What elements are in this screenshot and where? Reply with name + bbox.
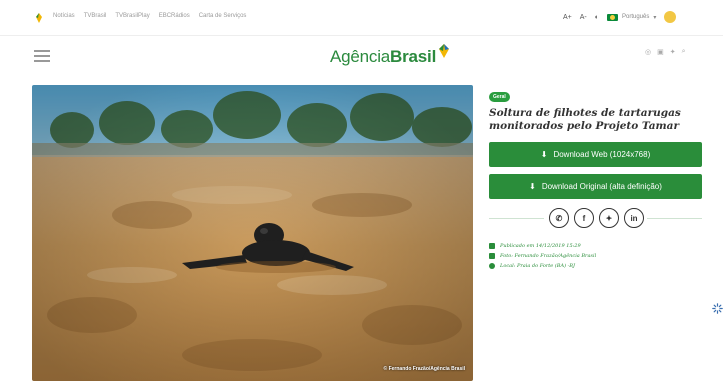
divider: [647, 218, 702, 219]
photo-credit: © Fernando Frazão/Agência Brasil: [383, 366, 465, 372]
font-decrease-button[interactable]: A-: [580, 14, 587, 21]
share-icons: ✆ f ✦ in: [549, 208, 644, 228]
linkedin-icon[interactable]: in: [624, 208, 644, 228]
photographer-row: Foto: Fernando Frazão/Agência Brasil: [489, 251, 702, 261]
contrast-icon[interactable]: ◐: [595, 14, 599, 21]
twitter-icon[interactable]: ✦: [599, 208, 619, 228]
published-date: Publicado em 14/12/2019 15:29: [500, 243, 581, 249]
link-tvbrasil[interactable]: TVBrasil: [84, 13, 107, 19]
menu-icon[interactable]: [34, 50, 50, 62]
turtle-hatchling-photo: [32, 85, 473, 381]
category-badge[interactable]: Geral: [489, 92, 510, 102]
logo-text: AgênciaBrasil: [330, 47, 437, 66]
accessibility-avatar-icon[interactable]: [664, 11, 677, 23]
instagram-icon[interactable]: ◎: [645, 48, 651, 56]
youtube-icon[interactable]: ▣: [657, 48, 664, 56]
language-selector[interactable]: Português ▾: [607, 13, 657, 21]
download-web-button[interactable]: ⬇ Download Web (1024x768): [489, 142, 702, 167]
photographer: Foto: Fernando Frazão/Agência Brasil: [500, 253, 597, 259]
language-label: Português: [622, 14, 650, 20]
published-row: Publicado em 14/12/2019 15:29: [489, 241, 702, 251]
facebook-icon[interactable]: f: [574, 208, 594, 228]
accessibility-tools: A+ A- ◐ Português ▾: [563, 11, 677, 23]
font-increase-button[interactable]: A+: [563, 14, 572, 21]
download-icon: ⬇: [529, 182, 536, 191]
loading-spinner-icon: [712, 303, 723, 314]
camera-icon: [489, 253, 495, 259]
download-original-label: Download Original (alta definição): [541, 182, 662, 191]
photo-details-panel: Geral Soltura de filhotes de tartarugas …: [489, 85, 702, 271]
top-bar: Notícias TVBrasil TVBrasilPlay EBCRádios…: [0, 0, 723, 36]
brazil-flag-icon: [607, 13, 618, 21]
logo-mark-icon: [439, 44, 450, 58]
agencia-brasil-small-logo[interactable]: [33, 12, 45, 24]
link-noticias[interactable]: Notícias: [53, 13, 75, 19]
link-carta-de-servicos[interactable]: Carta de Serviços: [199, 13, 247, 19]
download-icon: ⬇: [540, 150, 548, 159]
portal-links: Notícias TVBrasil TVBrasilPlay EBCRádios…: [53, 13, 246, 19]
download-original-button[interactable]: ⬇ Download Original (alta definição): [489, 174, 702, 199]
site-header: AgênciaBrasil ◎ ▣ ✦ ⌕: [0, 36, 723, 76]
search-icon[interactable]: ⌕: [682, 48, 686, 56]
chevron-down-icon: ▾: [653, 14, 657, 21]
link-tvbrasilplay[interactable]: TVBrasilPlay: [115, 13, 149, 19]
location-row: Local: Praia do Forte (BA) -BJ: [489, 261, 702, 271]
share-bar: ✆ f ✦ in: [489, 208, 702, 228]
twitter-icon[interactable]: ✦: [670, 48, 676, 56]
photo-title: Soltura de filhotes de tartarugas monito…: [489, 107, 681, 132]
calendar-icon: [489, 243, 495, 249]
link-ebcradios[interactable]: EBCRádios: [159, 13, 190, 19]
download-web-label: Download Web (1024x768): [553, 150, 651, 159]
site-logo[interactable]: AgênciaBrasil: [330, 43, 451, 67]
whatsapp-icon[interactable]: ✆: [549, 208, 569, 228]
divider: [489, 218, 544, 219]
main-photo[interactable]: © Fernando Frazão/Agência Brasil: [32, 85, 473, 381]
location-icon: [489, 263, 495, 269]
location: Local: Praia do Forte (BA) -BJ: [500, 263, 575, 269]
header-social-icons: ◎ ▣ ✦ ⌕: [645, 48, 686, 56]
photo-metadata: Publicado em 14/12/2019 15:29 Foto: Fern…: [489, 241, 702, 271]
